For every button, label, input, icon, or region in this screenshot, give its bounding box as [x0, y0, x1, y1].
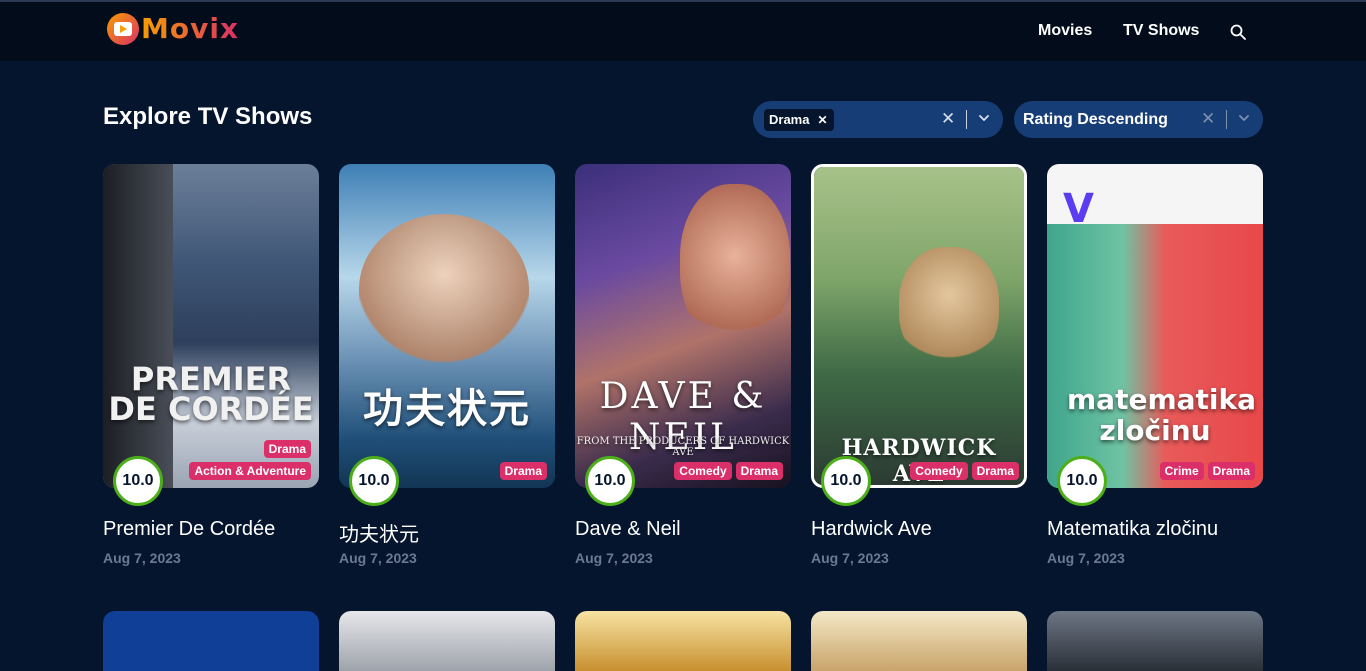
nav-tv-shows[interactable]: TV Shows — [1123, 22, 1199, 40]
genre-badge: Crime — [1159, 462, 1204, 480]
chevron-down-icon[interactable] — [1239, 113, 1249, 123]
show-date: Aug 7, 2023 — [575, 550, 653, 566]
genre-badge: Drama — [1207, 462, 1255, 480]
show-date: Aug 7, 2023 — [339, 550, 417, 566]
genre-badge: Action & Adventure — [189, 462, 311, 480]
rating-badge: 10.0 — [585, 456, 635, 506]
genre-list: Drama — [499, 462, 547, 480]
rating-badge: 10.0 — [349, 456, 399, 506]
clear-sort-icon[interactable]: ✕ — [1201, 109, 1215, 129]
genre-badge: Drama — [499, 462, 547, 480]
show-poster-partial[interactable] — [575, 611, 791, 671]
select-divider — [1226, 110, 1227, 129]
show-title[interactable]: Premier De Cordée — [103, 518, 275, 541]
show-card[interactable]: V matematika zločinu Crime Drama 10.0 Ma… — [1047, 164, 1263, 566]
show-poster[interactable]: PREMIER DE CORDÉE Drama Action & Adventu… — [103, 164, 319, 488]
genre-badge: Drama — [735, 462, 783, 480]
show-poster-partial[interactable] — [811, 611, 1027, 671]
site-header: Movix Movies TV Shows — [0, 0, 1366, 61]
logo[interactable]: Movix — [107, 12, 239, 45]
sort-select[interactable]: Rating Descending ✕ — [1014, 101, 1263, 138]
genre-badge: Drama — [971, 462, 1019, 480]
poster-title-art: PREMIER DE CORDÉE — [108, 360, 314, 428]
show-poster-partial[interactable] — [103, 611, 319, 671]
poster-title-art: matematika zločinu — [1067, 383, 1257, 447]
rating-badge: 10.0 — [113, 456, 163, 506]
poster-subtitle-art: FROM THE PRODUCERS OF HARDWICK AVE — [576, 436, 790, 458]
genre-badge: Comedy — [674, 462, 732, 480]
genre-list: Comedy Drama — [910, 462, 1019, 480]
genre-list: Drama Action & Adventure — [189, 440, 311, 480]
chip-remove-icon[interactable]: ✕ — [817, 113, 827, 127]
show-title[interactable]: Matematika zločinu — [1047, 518, 1218, 541]
page-title: Explore TV Shows — [103, 103, 313, 130]
genre-badge: Drama — [263, 440, 311, 458]
logo-icon — [107, 12, 139, 45]
rating-badge: 10.0 — [1057, 456, 1107, 506]
genre-list: Comedy Drama — [674, 462, 783, 480]
nav-movies[interactable]: Movies — [1038, 22, 1092, 40]
clear-genre-icon[interactable]: ✕ — [941, 109, 955, 129]
show-card[interactable]: PREMIER DE CORDÉE Drama Action & Adventu… — [103, 164, 319, 566]
genre-select[interactable]: Drama ✕ ✕ — [753, 101, 1003, 138]
show-card[interactable]: HARDWICK AVE Comedy Drama 10.0 Hardwick … — [811, 164, 1027, 566]
logo-text: Movix — [141, 12, 240, 45]
show-poster[interactable]: HARDWICK AVE Comedy Drama — [811, 164, 1027, 488]
show-poster[interactable]: 功夫状元 Drama — [339, 164, 555, 488]
rating-badge: 10.0 — [821, 456, 871, 506]
show-title[interactable]: Hardwick Ave — [811, 518, 932, 541]
select-divider — [966, 110, 967, 129]
sort-value: Rating Descending — [1023, 111, 1168, 128]
show-poster-partial[interactable] — [1047, 611, 1263, 671]
show-date: Aug 7, 2023 — [1047, 550, 1125, 566]
show-title[interactable]: Dave & Neil — [575, 518, 681, 541]
show-date: Aug 7, 2023 — [103, 550, 181, 566]
genre-chip: Drama ✕ — [764, 108, 834, 131]
genre-list: Crime Drama — [1159, 462, 1255, 480]
show-date: Aug 7, 2023 — [811, 550, 889, 566]
show-title[interactable]: 功夫状元 — [339, 518, 419, 547]
show-poster[interactable]: DAVE & NEIL FROM THE PRODUCERS OF HARDWI… — [575, 164, 791, 488]
genre-badge: Comedy — [910, 462, 968, 480]
genre-chip-label: Drama — [769, 112, 810, 127]
channel-logo-icon: V — [1063, 186, 1094, 232]
show-poster[interactable]: V matematika zločinu Crime Drama — [1047, 164, 1263, 488]
poster-title-art: 功夫状元 — [363, 386, 531, 432]
search-icon[interactable] — [1230, 24, 1246, 40]
show-card[interactable]: DAVE & NEIL FROM THE PRODUCERS OF HARDWI… — [575, 164, 791, 566]
show-poster-partial[interactable] — [339, 611, 555, 671]
show-card[interactable]: 功夫状元 Drama 10.0 功夫状元 Aug 7, 2023 — [339, 164, 555, 566]
chevron-down-icon[interactable] — [979, 113, 989, 123]
